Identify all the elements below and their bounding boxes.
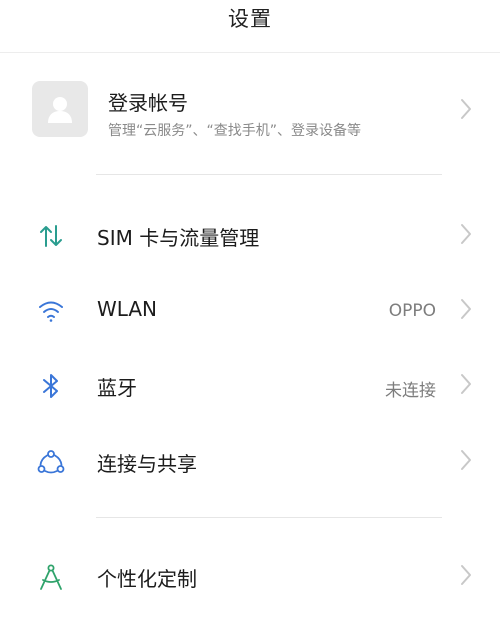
section-divider xyxy=(96,517,442,518)
row-label: 连接与共享 xyxy=(97,452,197,476)
row-label: 个性化定制 xyxy=(97,567,197,591)
wifi-icon xyxy=(36,296,66,326)
chevron-right-icon xyxy=(461,374,471,394)
section-divider xyxy=(96,174,442,175)
chevron-right-icon xyxy=(461,224,471,244)
chevron-right-icon xyxy=(461,565,471,585)
account-subtitle: 管理“云服务”、“查找手机”、登录设备等 xyxy=(108,123,362,139)
sim-data-transfer-icon xyxy=(36,221,66,251)
personalization-row[interactable]: 个性化定制 xyxy=(0,545,500,605)
row-label: WLAN xyxy=(97,297,158,321)
chevron-right-icon xyxy=(461,99,471,119)
row-value: 未连接 xyxy=(385,381,436,401)
account-login-row[interactable]: 登录帐号 管理“云服务”、“查找手机”、登录设备等 xyxy=(0,70,500,150)
wlan-row[interactable]: WLAN OPPO xyxy=(0,279,500,339)
header-divider xyxy=(0,52,500,53)
bluetooth-row[interactable]: 蓝牙 未连接 xyxy=(0,354,500,414)
page-title: 设置 xyxy=(228,7,272,31)
row-value: OPPO xyxy=(388,301,436,321)
compass-icon xyxy=(36,562,66,592)
person-icon xyxy=(48,97,72,123)
sim-data-row[interactable]: SIM 卡与流量管理 xyxy=(0,204,500,264)
settings-screen: 设置 登录帐号 管理“云服务”、“查找手机”、登录设备等 SIM 卡与流量管理 xyxy=(0,0,500,626)
row-label: 蓝牙 xyxy=(97,376,137,400)
bluetooth-icon xyxy=(36,371,66,401)
row-label: SIM 卡与流量管理 xyxy=(97,226,260,250)
connect-share-row[interactable]: 连接与共享 xyxy=(0,430,500,490)
share-connect-icon xyxy=(36,447,66,477)
avatar xyxy=(32,81,88,137)
chevron-right-icon xyxy=(461,450,471,470)
account-title: 登录帐号 xyxy=(108,91,188,115)
header: 设置 xyxy=(0,0,500,40)
chevron-right-icon xyxy=(461,299,471,319)
